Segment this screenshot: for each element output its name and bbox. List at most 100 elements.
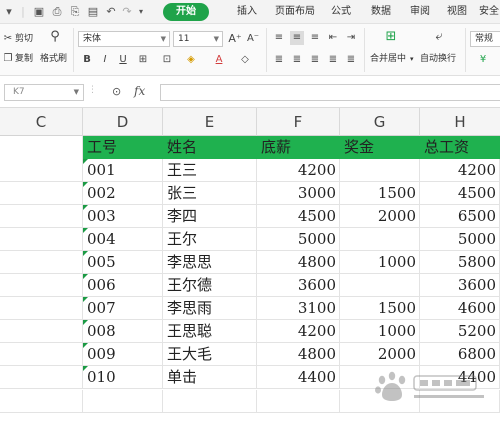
table-cell[interactable]: 5000 — [257, 228, 340, 251]
table-cell[interactable] — [0, 159, 83, 182]
tab-insert[interactable]: 插入 — [237, 4, 257, 20]
table-cell[interactable]: 4600 — [420, 297, 500, 320]
save-icon[interactable]: ▣ — [32, 5, 46, 19]
merge-center-icon[interactable]: ⊞ — [384, 30, 398, 44]
align-top-icon[interactable]: ≡ — [272, 31, 286, 45]
table-cell[interactable]: 4200 — [420, 159, 500, 182]
tab-view[interactable]: 视图 — [447, 4, 467, 20]
table-cell[interactable] — [340, 274, 420, 297]
table-cell[interactable]: 王思聪 — [163, 320, 257, 343]
table-cell[interactable]: 6500 — [420, 205, 500, 228]
table-cell[interactable]: 009 — [83, 343, 163, 366]
table-cell[interactable]: 李思雨 — [163, 297, 257, 320]
table-cell[interactable] — [163, 390, 257, 413]
column-header-c[interactable]: C — [0, 108, 83, 136]
distributed-icon[interactable]: ≣ — [344, 53, 358, 67]
table-cell[interactable]: 5200 — [420, 320, 500, 343]
table-cell[interactable]: 4200 — [257, 320, 340, 343]
font-name-select[interactable]: 宋体 ▼ — [78, 31, 170, 47]
table-cell[interactable]: 5800 — [420, 251, 500, 274]
table-cell[interactable] — [83, 390, 163, 413]
column-header-d[interactable]: D — [83, 108, 163, 136]
bold-icon[interactable]: B — [80, 53, 94, 67]
table-header-cell[interactable]: 总工资 — [420, 136, 500, 159]
table-cell[interactable]: 张三 — [163, 182, 257, 205]
table-cell[interactable]: 3000 — [257, 182, 340, 205]
wrap-text-button[interactable]: 自动换行 — [420, 53, 456, 65]
table-cell[interactable]: 1000 — [340, 320, 420, 343]
quick-access-dropdown-icon[interactable]: ▾ — [134, 5, 148, 19]
font-size-select[interactable]: 11 ▼ — [173, 31, 223, 47]
decrease-font-size-icon[interactable]: A⁻ — [246, 32, 260, 46]
table-cell[interactable]: 4500 — [257, 205, 340, 228]
align-right-icon[interactable]: ≣ — [308, 53, 322, 67]
border-icon[interactable]: ⊞ — [136, 53, 150, 67]
drag-handle-icon[interactable]: ⋮ — [88, 85, 97, 95]
table-cell[interactable]: 005 — [83, 251, 163, 274]
underline-icon[interactable]: U — [116, 53, 130, 67]
format-painter-icon[interactable]: ⚲ — [48, 30, 62, 44]
tab-formulas[interactable]: 公式 — [331, 4, 351, 20]
align-bottom-icon[interactable]: ≡ — [308, 31, 322, 45]
table-cell[interactable]: 1500 — [340, 297, 420, 320]
table-cell[interactable]: 王三 — [163, 159, 257, 182]
align-middle-icon[interactable]: ≡ — [290, 31, 304, 45]
table-cell[interactable]: 004 — [83, 228, 163, 251]
menu-arrow[interactable]: ▾ — [2, 5, 16, 19]
table-header-cell[interactable]: 奖金 — [340, 136, 420, 159]
function-icon[interactable]: fx — [134, 84, 145, 98]
table-cell[interactable] — [257, 390, 340, 413]
table-cell[interactable] — [340, 159, 420, 182]
tab-review[interactable]: 审阅 — [410, 4, 430, 20]
table-cell[interactable] — [0, 343, 83, 366]
formula-input[interactable] — [160, 84, 500, 101]
indent-decrease-icon[interactable]: ⇤ — [326, 31, 340, 45]
wrap-text-icon[interactable]: ⤶ — [432, 30, 446, 44]
column-header-h[interactable]: H — [420, 108, 500, 136]
table-cell[interactable]: 4800 — [257, 343, 340, 366]
table-cell[interactable]: 王大毛 — [163, 343, 257, 366]
print-icon[interactable]: ⎙ — [50, 5, 64, 19]
table-cell[interactable]: 1000 — [340, 251, 420, 274]
format-painter-button[interactable]: 格式刷 — [40, 53, 67, 65]
align-left-icon[interactable]: ≣ — [272, 53, 286, 67]
table-cell[interactable] — [0, 251, 83, 274]
table-cell[interactable]: 008 — [83, 320, 163, 343]
print-preview-icon[interactable]: ⎘ — [68, 5, 82, 19]
table-cell[interactable]: 003 — [83, 205, 163, 228]
table-header-cell[interactable]: 工号 — [83, 136, 163, 159]
italic-icon[interactable]: I — [98, 53, 112, 67]
column-header-e[interactable]: E — [163, 108, 257, 136]
table-cell[interactable]: 3100 — [257, 297, 340, 320]
column-header-f[interactable]: F — [257, 108, 340, 136]
table-cell[interactable]: 李思思 — [163, 251, 257, 274]
redo-icon[interactable]: ↷ — [120, 5, 134, 19]
table-cell[interactable]: 4200 — [257, 159, 340, 182]
table-cell[interactable] — [0, 205, 83, 228]
table-cell[interactable] — [0, 136, 83, 159]
undo-icon[interactable]: ↶ — [104, 5, 118, 19]
merge-center-button[interactable]: 合并居中 — [370, 53, 406, 65]
table-cell[interactable]: 3600 — [257, 274, 340, 297]
tab-data[interactable]: 数据 — [371, 4, 391, 20]
clear-format-icon[interactable]: ◇ — [238, 53, 252, 67]
table-cell[interactable]: 006 — [83, 274, 163, 297]
table-cell[interactable]: 王尔 — [163, 228, 257, 251]
table-cell[interactable]: 4500 — [420, 182, 500, 205]
table-cell[interactable] — [0, 390, 83, 413]
table-header-cell[interactable]: 姓名 — [163, 136, 257, 159]
number-format-select[interactable]: 常规 — [470, 31, 500, 47]
align-center-icon[interactable]: ≣ — [290, 53, 304, 67]
table-cell[interactable] — [0, 366, 83, 389]
table-cell[interactable]: 1500 — [340, 182, 420, 205]
table-cell[interactable] — [0, 182, 83, 205]
table-cell[interactable]: 3600 — [420, 274, 500, 297]
tab-home[interactable]: 开始 — [163, 3, 209, 21]
column-header-g[interactable]: G — [340, 108, 420, 136]
fill-color-icon[interactable]: ◈ — [184, 53, 198, 67]
table-cell[interactable] — [0, 320, 83, 343]
table-cell[interactable]: 5000 — [420, 228, 500, 251]
cut-button[interactable]: 剪切 — [15, 33, 33, 45]
table-cell[interactable]: 4400 — [257, 366, 340, 389]
zoom-icon[interactable]: ⊙ — [112, 85, 121, 98]
